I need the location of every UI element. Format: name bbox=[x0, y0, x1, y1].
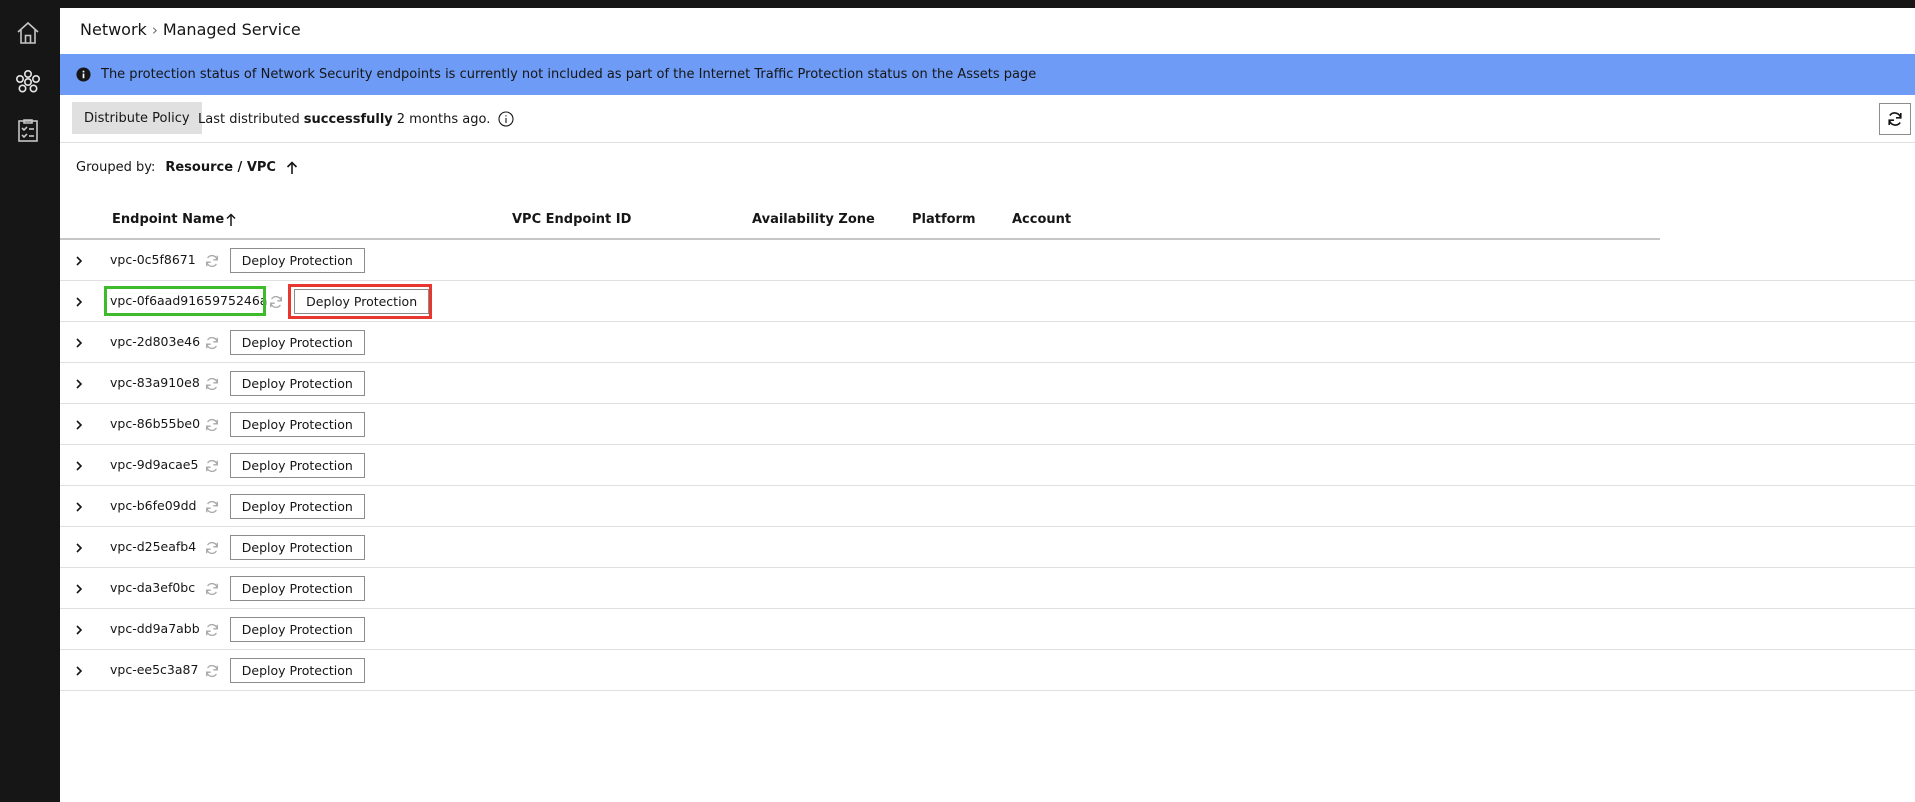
endpoint-name: vpc-2d803e46 bbox=[110, 334, 201, 349]
endpoint-name: vpc-0f6aad9165975246a bbox=[110, 293, 268, 308]
sync-icon[interactable] bbox=[202, 251, 222, 271]
sync-icon[interactable] bbox=[202, 497, 222, 517]
refresh-button[interactable] bbox=[1879, 103, 1911, 135]
main-content: Network › Managed Service The protection… bbox=[60, 8, 1915, 802]
sync-icon[interactable] bbox=[266, 292, 286, 312]
table-row[interactable]: vpc-0c5f8671 Deploy Protection bbox=[60, 240, 1915, 281]
refresh-icon bbox=[1888, 112, 1902, 126]
chevron-right-icon[interactable] bbox=[72, 377, 86, 391]
chevron-right-icon[interactable] bbox=[72, 459, 86, 473]
deploy-protection-button[interactable]: Deploy Protection bbox=[229, 658, 365, 683]
endpoint-name: vpc-86b55be0 bbox=[110, 416, 201, 431]
chevron-right-icon[interactable] bbox=[72, 623, 86, 637]
endpoint-name: vpc-0c5f8671 bbox=[110, 252, 196, 267]
modules-icon bbox=[15, 69, 40, 93]
chevron-right-icon[interactable] bbox=[72, 336, 86, 350]
info-icon bbox=[76, 67, 91, 82]
chevron-right-icon[interactable] bbox=[72, 254, 86, 268]
grouped-by-value[interactable]: Resource / VPC bbox=[165, 160, 276, 175]
page-title: Managed Service bbox=[162, 20, 301, 39]
chevron-right-icon[interactable] bbox=[72, 664, 86, 678]
sort-arrow-up-icon[interactable] bbox=[286, 160, 298, 175]
tasks-nav-button[interactable] bbox=[12, 114, 44, 146]
deploy-protection-button[interactable]: Deploy Protection bbox=[229, 535, 365, 560]
side-nav bbox=[0, 8, 60, 802]
deploy-protection-button[interactable]: Deploy Protection bbox=[229, 617, 365, 642]
table-body: vpc-0c5f8671 Deploy Protection vpc-0f6aad9… bbox=[60, 240, 1915, 691]
table-row[interactable]: vpc-86b55be0 Deploy Protection bbox=[60, 404, 1915, 445]
deploy-protection-button[interactable]: Deploy Protection bbox=[229, 576, 365, 601]
deploy-protection-button[interactable]: Deploy Protection bbox=[229, 453, 365, 478]
deploy-protection-button[interactable]: Deploy Protection bbox=[229, 371, 365, 396]
table-row[interactable]: vpc-2d803e46 Deploy Protection bbox=[60, 322, 1915, 363]
column-platform[interactable]: Platform bbox=[912, 212, 976, 227]
last-distributed-time: 2 months ago. bbox=[396, 111, 491, 127]
column-endpoint-name[interactable]: Endpoint Name bbox=[112, 212, 236, 227]
top-strip bbox=[0, 0, 1915, 8]
grouped-by-label: Grouped by: bbox=[76, 160, 156, 175]
deploy-protection-button[interactable]: Deploy Protection bbox=[229, 494, 365, 519]
sync-icon[interactable] bbox=[202, 661, 222, 681]
chevron-right-icon[interactable] bbox=[72, 541, 86, 555]
column-account[interactable]: Account bbox=[1012, 212, 1071, 227]
distribute-policy-button[interactable]: Distribute Policy bbox=[72, 102, 202, 134]
table-row[interactable]: vpc-9d9acae5 Deploy Protection bbox=[60, 445, 1915, 486]
chevron-right-icon[interactable] bbox=[72, 295, 86, 309]
table-row[interactable]: vpc-dd9a7abb Deploy Protection bbox=[60, 609, 1915, 650]
endpoint-name: vpc-d25eafb4 bbox=[110, 539, 197, 554]
sync-icon[interactable] bbox=[202, 374, 222, 394]
info-banner: The protection status of Network Securit… bbox=[60, 54, 1915, 95]
deploy-protection-button[interactable]: Deploy Protection bbox=[229, 412, 365, 437]
last-distributed-status: Last distributed successfully 2 months a… bbox=[198, 111, 514, 127]
sort-ascending-icon bbox=[226, 212, 236, 226]
chevron-right-icon[interactable] bbox=[72, 418, 86, 432]
info-outline-icon[interactable] bbox=[498, 111, 514, 127]
chevron-right-icon[interactable] bbox=[72, 582, 86, 596]
home-nav-button[interactable] bbox=[12, 17, 44, 49]
banner-text: The protection status of Network Securit… bbox=[101, 67, 1037, 82]
toolbar: Distribute Policy Last distributed succe… bbox=[60, 95, 1915, 143]
last-distributed-result: successfully bbox=[303, 111, 393, 127]
breadcrumb-network-link[interactable]: Network bbox=[80, 20, 147, 39]
chevron-right-icon[interactable] bbox=[72, 500, 86, 514]
deploy-protection-button[interactable]: Deploy Protection bbox=[294, 289, 430, 314]
endpoint-name: vpc-da3ef0bc bbox=[110, 580, 196, 595]
sync-icon[interactable] bbox=[202, 620, 222, 640]
table-row[interactable]: vpc-83a910e8 Deploy Protection bbox=[60, 363, 1915, 404]
breadcrumb: Network › Managed Service bbox=[80, 20, 301, 39]
endpoint-name: vpc-9d9acae5 bbox=[110, 457, 199, 472]
breadcrumb-separator: › bbox=[151, 20, 158, 39]
endpoint-name: vpc-83a910e8 bbox=[110, 375, 200, 390]
last-distributed-prefix: Last distributed bbox=[198, 111, 300, 127]
deploy-protection-button[interactable]: Deploy Protection bbox=[229, 248, 365, 273]
endpoint-name: vpc-ee5c3a87 bbox=[110, 662, 199, 677]
sync-icon[interactable] bbox=[202, 456, 222, 476]
endpoint-name: vpc-b6fe09dd bbox=[110, 498, 197, 513]
table-row[interactable]: vpc-d25eafb4 Deploy Protection bbox=[60, 527, 1915, 568]
grouping-control: Grouped by: Resource / VPC bbox=[76, 160, 298, 175]
sync-icon[interactable] bbox=[202, 415, 222, 435]
column-availability-zone[interactable]: Availability Zone bbox=[752, 212, 875, 227]
table-row[interactable]: vpc-da3ef0bc Deploy Protection bbox=[60, 568, 1915, 609]
sync-icon[interactable] bbox=[202, 579, 222, 599]
modules-nav-button[interactable] bbox=[12, 66, 44, 98]
table-row[interactable]: vpc-ee5c3a87 Deploy Protection bbox=[60, 650, 1915, 691]
table-header: Endpoint Name VPC Endpoint ID Availabili… bbox=[60, 198, 1660, 240]
column-vpc-endpoint-id[interactable]: VPC Endpoint ID bbox=[512, 212, 631, 227]
table-row[interactable]: vpc-0f6aad9165975246a Deploy Protection bbox=[60, 281, 1915, 322]
checklist-icon bbox=[18, 119, 38, 142]
deploy-protection-button[interactable]: Deploy Protection bbox=[229, 330, 365, 355]
sync-icon[interactable] bbox=[202, 538, 222, 558]
column-endpoint-name-label: Endpoint Name bbox=[112, 212, 225, 227]
sync-icon[interactable] bbox=[202, 333, 222, 353]
endpoint-name: vpc-dd9a7abb bbox=[110, 621, 200, 636]
table-row[interactable]: vpc-b6fe09dd Deploy Protection bbox=[60, 486, 1915, 527]
home-icon bbox=[17, 21, 39, 44]
